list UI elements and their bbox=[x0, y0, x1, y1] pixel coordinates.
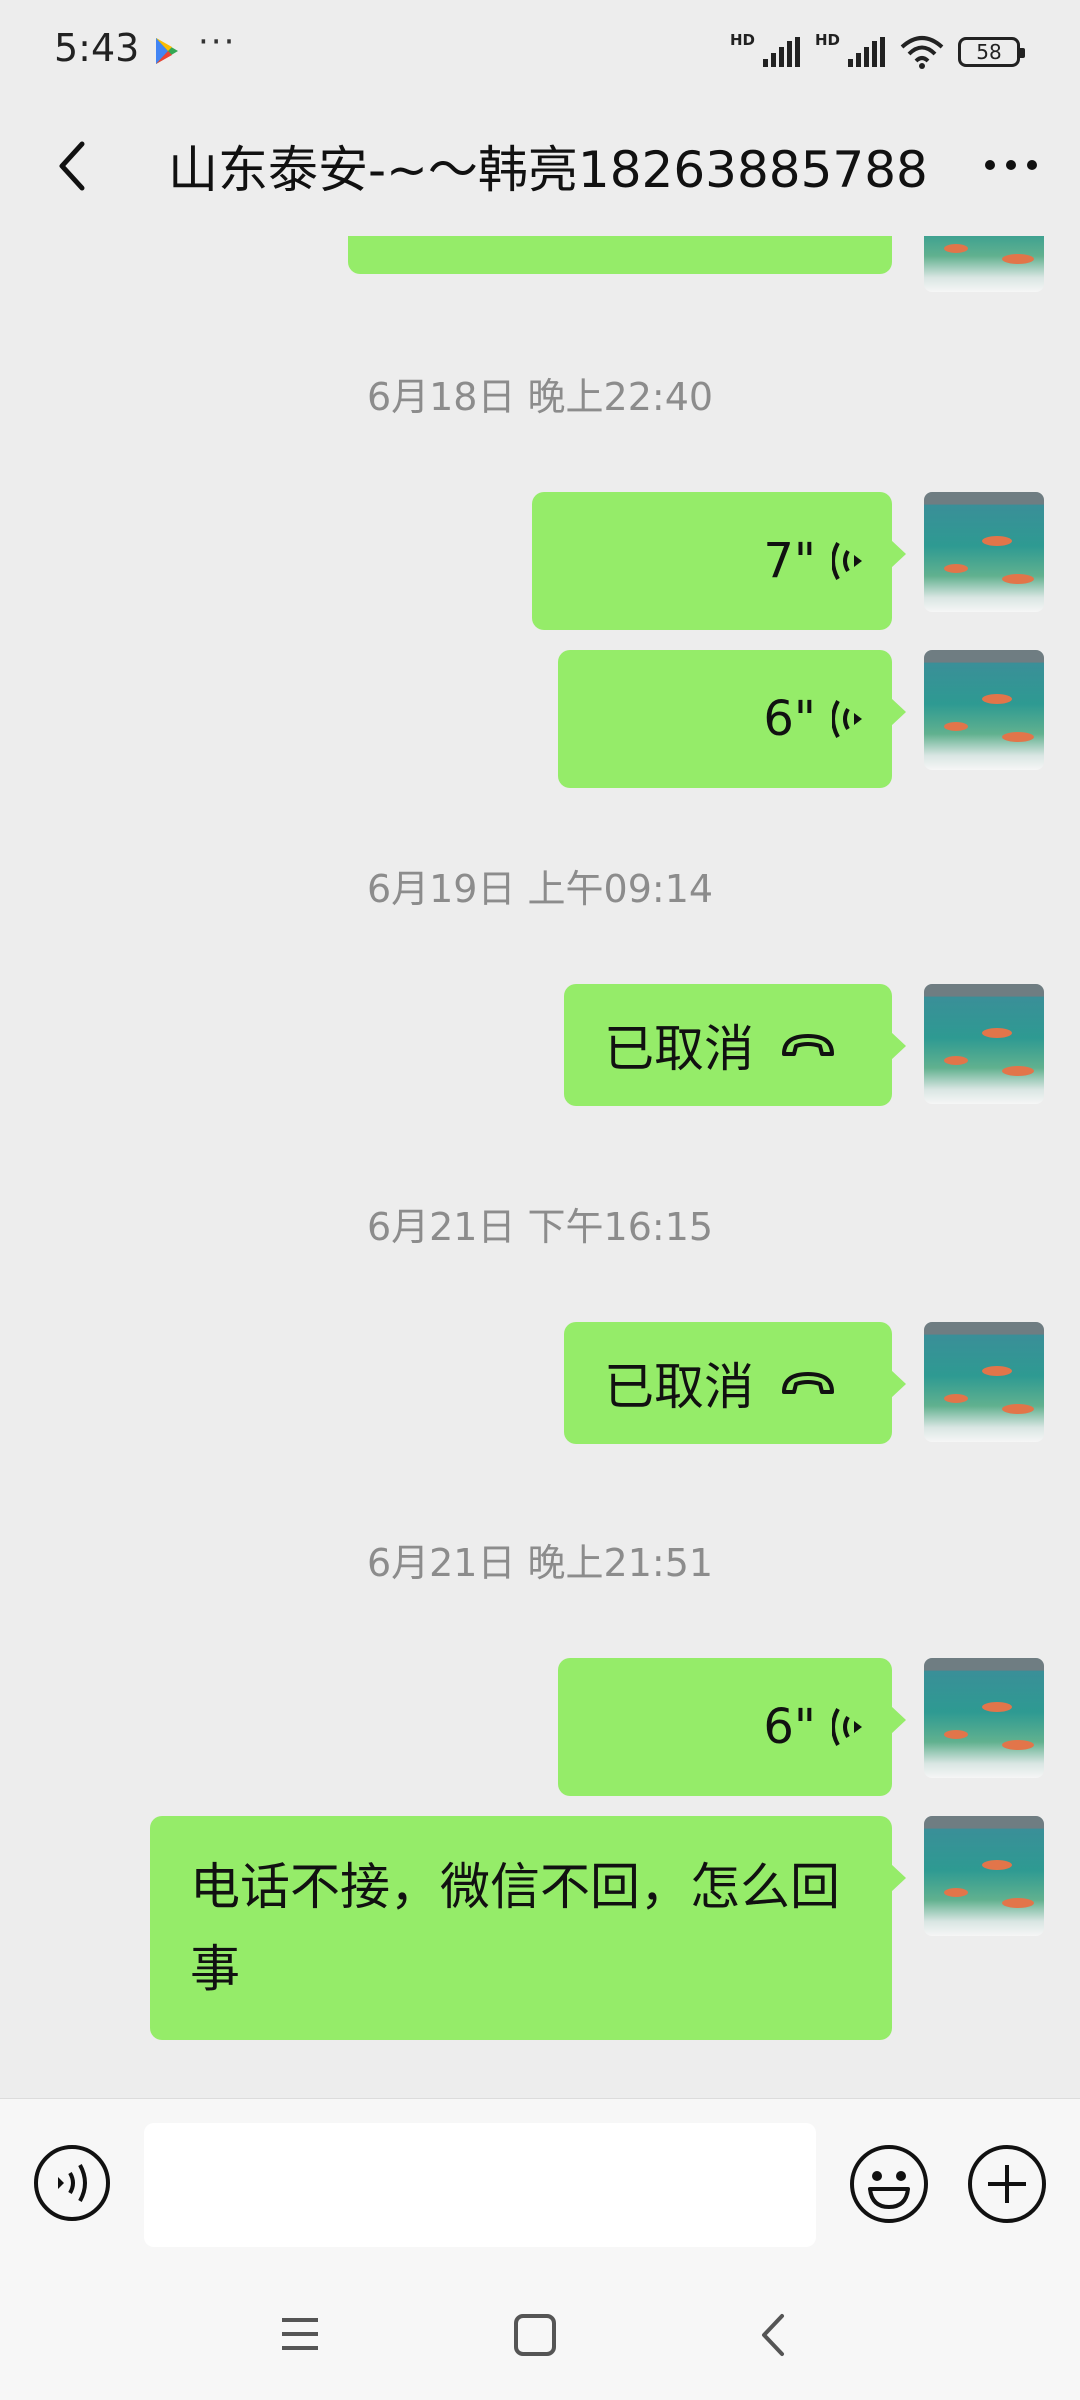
message-input[interactable] bbox=[144, 2123, 816, 2247]
call-message[interactable]: 已取消 bbox=[564, 1322, 906, 1444]
voice-wave-icon bbox=[832, 542, 862, 580]
voice-duration: 7" bbox=[763, 533, 816, 589]
plus-icon[interactable] bbox=[966, 2143, 1048, 2225]
avatar[interactable] bbox=[924, 492, 1044, 612]
signal-icon bbox=[762, 37, 800, 67]
notification-more-icon: ··· bbox=[198, 22, 237, 62]
input-bar bbox=[0, 2098, 1080, 2281]
hd-label-2: HD bbox=[814, 31, 840, 49]
message-bubble-partial[interactable] bbox=[348, 236, 892, 274]
call-message[interactable]: 已取消 bbox=[564, 984, 906, 1106]
status-bar: 5:43 ··· HD HD 58 bbox=[0, 0, 1080, 100]
chat-area[interactable]: 6月18日 晚上22:40 7" 6" 6月19日 上午09:14 已取消 6月… bbox=[0, 236, 1080, 2098]
call-status-text: 已取消 bbox=[604, 1020, 754, 1078]
message-text: 电话不接，微信不回，怎么回事 bbox=[190, 1858, 840, 1998]
call-status-text: 已取消 bbox=[604, 1358, 754, 1416]
status-indicators: HD HD 58 bbox=[729, 30, 1025, 74]
hd-label: HD bbox=[729, 31, 755, 49]
phone-hangup-icon bbox=[782, 1372, 834, 1394]
home-icon[interactable] bbox=[512, 2312, 558, 2358]
chat-title: 山东泰安-~～韩亮18263885788 bbox=[168, 141, 928, 199]
avatar[interactable] bbox=[924, 1816, 1044, 1936]
avatar[interactable] bbox=[924, 1658, 1044, 1778]
back-arrow-icon[interactable] bbox=[46, 136, 106, 196]
chat-header: 山东泰安-~～韩亮18263885788 bbox=[0, 100, 1080, 236]
timestamp: 6月19日 上午09:14 bbox=[366, 867, 714, 911]
menu-icon[interactable] bbox=[278, 2312, 322, 2356]
avatar[interactable] bbox=[924, 984, 1044, 1104]
status-time: 5:43 bbox=[54, 26, 140, 70]
play-store-icon bbox=[156, 38, 178, 64]
voice-duration: 6" bbox=[763, 691, 816, 747]
text-message[interactable]: 电话不接，微信不回，怎么回事 bbox=[150, 1816, 906, 2040]
emoji-icon[interactable] bbox=[848, 2143, 930, 2225]
battery-level: 58 bbox=[976, 40, 1002, 64]
voice-message[interactable]: 6" bbox=[558, 1658, 906, 1796]
voice-message[interactable]: 7" bbox=[532, 492, 906, 630]
voice-input-icon[interactable] bbox=[32, 2143, 112, 2223]
more-dots-icon[interactable] bbox=[976, 140, 1046, 190]
timestamp: 6月21日 下午16:15 bbox=[366, 1205, 714, 1249]
voice-duration: 6" bbox=[763, 1699, 816, 1755]
avatar[interactable] bbox=[924, 650, 1044, 770]
avatar[interactable] bbox=[924, 1322, 1044, 1442]
voice-wave-icon bbox=[832, 700, 862, 738]
battery-icon: 58 bbox=[958, 37, 1025, 67]
system-back-icon[interactable] bbox=[752, 2310, 796, 2360]
system-nav-bar bbox=[0, 2280, 1080, 2400]
timestamp: 6月18日 晚上22:40 bbox=[366, 375, 714, 419]
wifi-icon bbox=[900, 36, 944, 69]
timestamp: 6月21日 晚上21:51 bbox=[366, 1541, 714, 1585]
voice-wave-icon bbox=[832, 1708, 862, 1746]
avatar[interactable] bbox=[924, 236, 1044, 292]
voice-message[interactable]: 6" bbox=[558, 650, 906, 788]
signal-icon-2 bbox=[848, 37, 885, 67]
phone-hangup-icon bbox=[782, 1034, 834, 1056]
